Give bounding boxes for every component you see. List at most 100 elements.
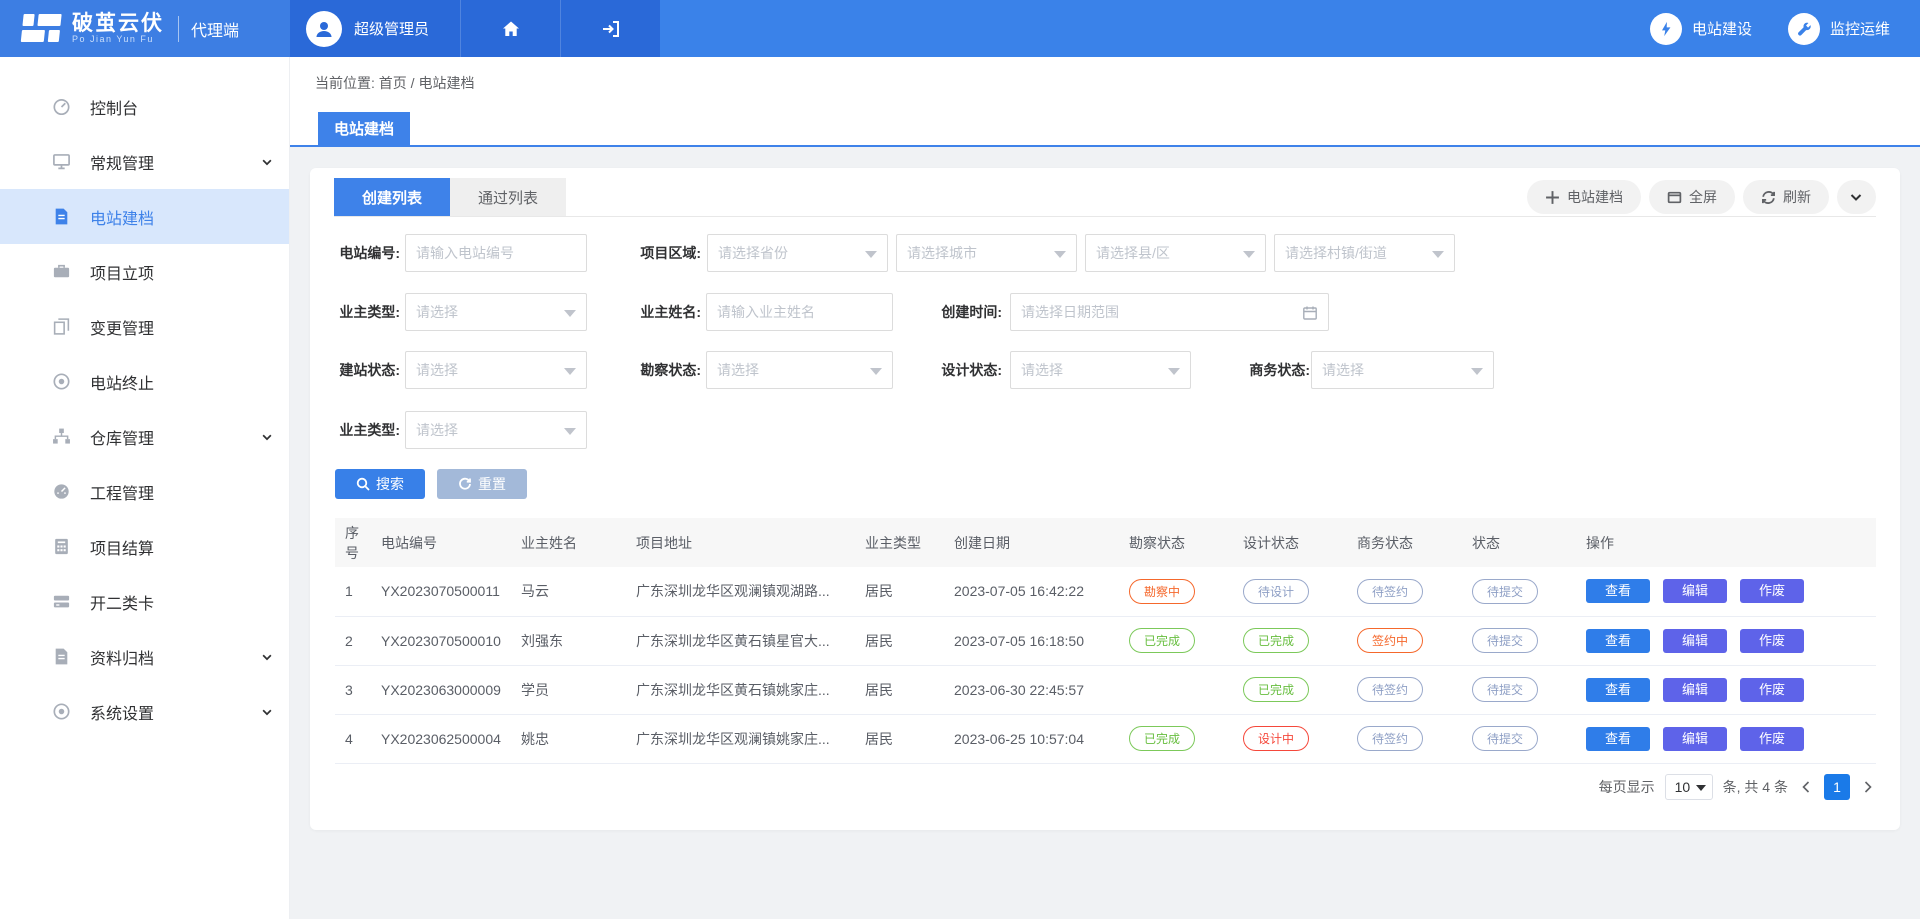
breadcrumb: 当前位置: 首页 / 电站建档 [315, 73, 474, 93]
date-range-input[interactable]: 请选择日期范围 [1010, 293, 1329, 331]
header-nav-build[interactable]: 电站建设 [1650, 13, 1752, 45]
business-cell: 待签约 [1347, 665, 1462, 714]
sidebar-item-6[interactable]: 仓库管理 [0, 409, 289, 464]
actions-cell: 查看编辑作废 [1576, 616, 1876, 665]
search-button[interactable]: 搜索 [335, 469, 425, 499]
sidebar-item-label: 开二类卡 [90, 590, 154, 614]
sidebar-item-8[interactable]: 项目结算 [0, 519, 289, 574]
refresh-icon [1761, 190, 1776, 205]
survey-status-badge: 已完成 [1129, 726, 1195, 751]
tab-create-list[interactable]: 创建列表 [334, 178, 450, 216]
select-input[interactable]: 请选择 [706, 351, 893, 389]
select-input[interactable]: 请选择省份 [707, 234, 888, 272]
gauge-icon [52, 482, 72, 502]
sidebar-item-9[interactable]: 开二类卡 [0, 574, 289, 629]
select-input[interactable]: 请选择 [1010, 351, 1191, 389]
breadcrumb-path[interactable]: 首页 / 电站建档 [379, 75, 475, 91]
chevron-down-icon [1849, 190, 1863, 205]
sidebar-item-4[interactable]: 变更管理 [0, 299, 289, 354]
sidebar-item-10[interactable]: 资料归档 [0, 629, 289, 684]
row-seq: 4 [335, 714, 371, 763]
placeholder-text: 请选择 [1021, 360, 1063, 380]
collapse-button[interactable] [1837, 180, 1876, 214]
page-tab[interactable]: 电站建档 [318, 112, 410, 145]
tab-passed-list[interactable]: 通过列表 [450, 178, 566, 216]
select-input[interactable]: 请选择村镇/街道 [1274, 234, 1455, 272]
sidebar-item-7[interactable]: 工程管理 [0, 464, 289, 519]
sidebar-item-0[interactable]: 控制台 [0, 79, 289, 134]
select-input[interactable]: 请选择城市 [896, 234, 1077, 272]
column-header: 业主类型 [855, 518, 944, 567]
page-size-select[interactable]: 10 [1665, 774, 1713, 800]
survey-cell [1119, 665, 1233, 714]
current-user[interactable]: 超级管理员 [290, 0, 460, 57]
view-button[interactable]: 查看 [1586, 678, 1650, 702]
void-button[interactable]: 作废 [1740, 629, 1804, 653]
sidebar-item-11[interactable]: 系统设置 [0, 684, 289, 739]
select-input[interactable]: 请选择 [405, 293, 587, 331]
select-input[interactable]: 请选择 [405, 411, 587, 449]
status-cell: 待提交 [1462, 714, 1576, 763]
plus-icon [1545, 190, 1560, 205]
void-button[interactable]: 作废 [1740, 727, 1804, 751]
select-input[interactable]: 请选择 [405, 351, 587, 389]
home-button[interactable] [460, 0, 560, 57]
placeholder-text: 请选择县/区 [1096, 243, 1170, 263]
view-button[interactable]: 查看 [1586, 629, 1650, 653]
dashboard-icon [52, 97, 72, 117]
sidebar: 控制台常规管理电站建档项目立项变更管理电站终止仓库管理工程管理项目结算开二类卡资… [0, 57, 290, 919]
toolbar-button-label: 刷新 [1783, 187, 1811, 207]
edit-button[interactable]: 编辑 [1663, 678, 1727, 702]
chevron-down-icon [261, 431, 273, 443]
header-divider [178, 16, 179, 42]
next-page-button[interactable] [1860, 774, 1876, 800]
current-page-button[interactable]: 1 [1824, 774, 1850, 800]
user-avatar-icon [306, 11, 342, 47]
edit-button[interactable]: 编辑 [1663, 579, 1727, 603]
text-input[interactable]: 请输入电站编号 [405, 234, 587, 272]
created-date: 2023-07-05 16:42:22 [944, 567, 1119, 616]
void-button[interactable]: 作废 [1740, 678, 1804, 702]
column-header: 项目地址 [626, 518, 855, 567]
prev-page-button[interactable] [1798, 774, 1814, 800]
view-button[interactable]: 查看 [1586, 579, 1650, 603]
void-button[interactable]: 作废 [1740, 579, 1804, 603]
refresh-button[interactable]: 刷新 [1743, 180, 1829, 214]
fullscreen-button[interactable]: 全屏 [1649, 180, 1735, 214]
owner-type: 居民 [855, 567, 944, 616]
select-caret-icon [564, 428, 576, 435]
filter-label: 项目区域: [637, 234, 701, 272]
sidebar-item-label: 项目立项 [90, 260, 154, 284]
view-button[interactable]: 查看 [1586, 727, 1650, 751]
sidebar-item-2[interactable]: 电站建档 [0, 189, 289, 244]
total-count-label: 条, 共 4 条 [1723, 777, 1788, 797]
briefcase-icon [52, 262, 71, 281]
header-nav-monitor[interactable]: 监控运维 [1788, 13, 1890, 45]
design-cell: 已完成 [1233, 665, 1347, 714]
select-input[interactable]: 请选择县/区 [1085, 234, 1266, 272]
project-address: 广东深圳龙华区黄石镇姚家庄... [626, 665, 855, 714]
settings-icon [52, 702, 72, 722]
logout-button[interactable] [560, 0, 660, 57]
owner-type: 居民 [855, 616, 944, 665]
sidebar-item-5[interactable]: 电站终止 [0, 354, 289, 409]
per-page-label: 每页显示 [1599, 777, 1655, 797]
sidebar-item-1[interactable]: 常规管理 [0, 134, 289, 189]
reset-button[interactable]: 重置 [437, 469, 527, 499]
archive-icon [52, 647, 72, 667]
edit-button[interactable]: 编辑 [1663, 727, 1727, 751]
select-input[interactable]: 请选择 [1311, 351, 1494, 389]
placeholder-text: 请选择村镇/街道 [1285, 243, 1387, 263]
archive-icon [52, 647, 71, 666]
sidebar-item-label: 电站终止 [90, 370, 154, 394]
column-header: 电站编号 [371, 518, 511, 567]
owner-name: 马云 [511, 567, 626, 616]
plus-icon [1545, 190, 1560, 205]
add-station-button[interactable]: 电站建档 [1527, 180, 1641, 214]
panel-toolbar: 电站建档全屏 刷新 [1527, 180, 1876, 214]
sidebar-item-3[interactable]: 项目立项 [0, 244, 289, 299]
survey-status-badge: 已完成 [1129, 628, 1195, 653]
text-input[interactable]: 请输入业主姓名 [706, 293, 893, 331]
design-status-badge: 待设计 [1243, 579, 1309, 604]
edit-button[interactable]: 编辑 [1663, 629, 1727, 653]
